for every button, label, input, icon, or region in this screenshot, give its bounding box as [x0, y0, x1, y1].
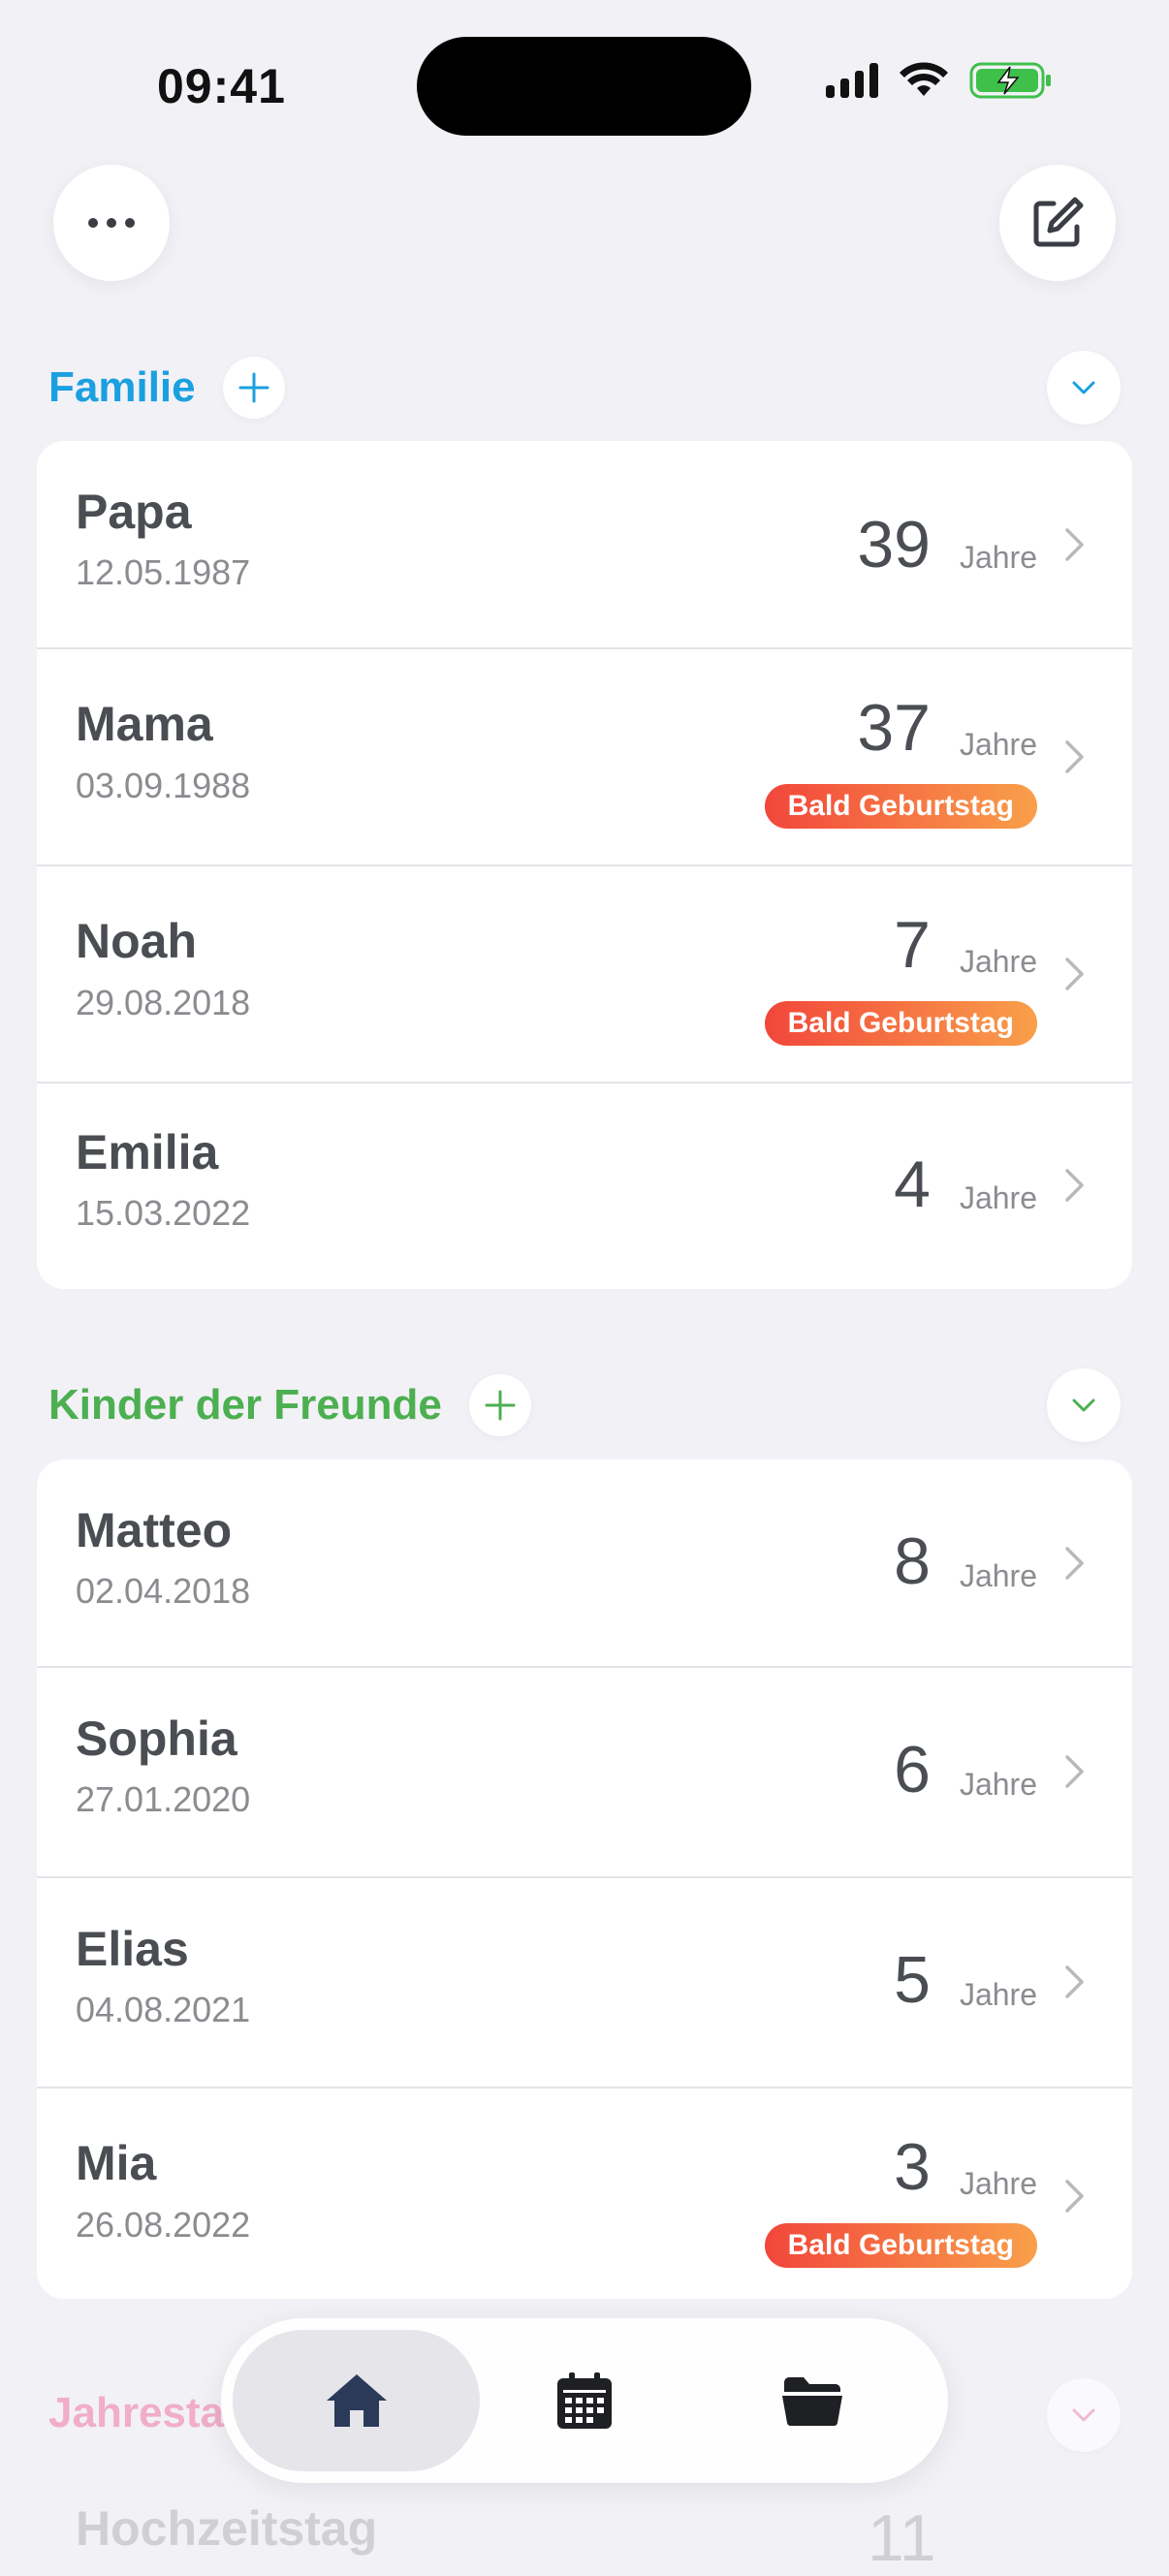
- collapse-button[interactable]: [1047, 2378, 1121, 2452]
- age-unit: Jahre: [959, 944, 1037, 979]
- chevron-right-icon: [1065, 1755, 1084, 1788]
- person-age: 5: [894, 1943, 931, 2017]
- person-name: Matteo: [76, 1503, 233, 1557]
- person-age: 8: [894, 1524, 931, 1598]
- person-age-partial: 11: [868, 2501, 936, 2575]
- add-person-button[interactable]: [468, 1374, 531, 1436]
- person-age: 3: [894, 2130, 931, 2204]
- dynamic-island: [417, 37, 751, 136]
- section-title-partial: Jahresta: [48, 2389, 225, 2436]
- more-button[interactable]: [53, 165, 170, 281]
- tab-folder[interactable]: [740, 2330, 885, 2471]
- calendar-icon: [557, 2372, 612, 2429]
- chevron-right-icon: [1065, 740, 1084, 773]
- person-name: Mama: [76, 697, 213, 751]
- person-birthdate: 15.03.2022: [76, 1193, 251, 1233]
- person-name: Mia: [76, 2136, 157, 2190]
- chevron-down-icon: [1072, 2408, 1095, 2422]
- birthday-soon-badge: Bald Geburtstag: [764, 784, 1037, 829]
- chevron-right-icon: [1065, 1169, 1084, 1202]
- list-item[interactable]: Elias 04.08.2021 5 Jahre: [37, 1876, 1132, 2087]
- birthday-soon-badge: Bald Geburtstag: [764, 1001, 1037, 1046]
- age-unit: Jahre: [959, 540, 1037, 575]
- person-birthdate: 02.04.2018: [76, 1571, 251, 1611]
- age-unit: Jahre: [959, 1977, 1037, 2012]
- status-bar: 09:41: [0, 0, 1169, 145]
- chevron-right-icon: [1065, 958, 1084, 990]
- age-unit: Jahre: [959, 2166, 1037, 2201]
- collapse-button[interactable]: [1047, 1368, 1121, 1442]
- chevron-right-icon: [1065, 1547, 1084, 1580]
- list-item[interactable]: Papa 12.05.1987 39 Jahre: [37, 441, 1132, 647]
- list-item[interactable]: Matteo 02.04.2018 8 Jahre: [37, 1460, 1132, 1666]
- age-unit: Jahre: [959, 1180, 1037, 1215]
- person-age: 7: [894, 908, 931, 982]
- chevron-right-icon: [1065, 1965, 1084, 1998]
- person-name: Noah: [76, 914, 197, 968]
- compose-icon: [1033, 197, 1084, 247]
- birthday-soon-badge: Bald Geburtstag: [764, 2223, 1037, 2268]
- chevron-down-icon: [1072, 381, 1095, 394]
- wifi-icon: [900, 62, 948, 96]
- plus-icon: [238, 372, 269, 403]
- person-birthdate: 27.01.2020: [76, 1779, 251, 1819]
- section-header-kinder-der-freunde: Kinder der Freunde: [48, 1374, 531, 1436]
- person-name: Emilia: [76, 1125, 219, 1179]
- person-age: 39: [857, 508, 931, 581]
- person-age: 4: [894, 1147, 931, 1221]
- list-item[interactable]: Mia 26.08.2022 3 Jahre Bald Geburtstag: [37, 2087, 1132, 2299]
- person-age: 6: [894, 1733, 931, 1806]
- person-age: 37: [857, 691, 931, 765]
- add-person-button[interactable]: [222, 357, 285, 419]
- tab-home[interactable]: [233, 2330, 480, 2471]
- folder-icon: [782, 2377, 842, 2427]
- status-icons: [826, 60, 1053, 101]
- list-item[interactable]: Sophia 27.01.2020 6 Jahre: [37, 1666, 1132, 1876]
- person-name: Papa: [76, 485, 192, 539]
- people-list-kinder-der-freunde: Matteo 02.04.2018 8 Jahre Sophia 27.01.2…: [37, 1460, 1132, 2299]
- list-item[interactable]: Noah 29.08.2018 7 Jahre Bald Geburtstag: [37, 864, 1132, 1082]
- home-icon: [326, 2374, 387, 2427]
- section-header-familie: Familie: [48, 357, 285, 419]
- age-unit: Jahre: [959, 727, 1037, 762]
- section-title: Familie: [48, 363, 196, 411]
- ellipsis-icon: [88, 218, 135, 228]
- person-name: Elias: [76, 1922, 189, 1976]
- chevron-right-icon: [1065, 528, 1084, 561]
- collapse-button[interactable]: [1047, 351, 1121, 424]
- person-name-partial: Hochzeitstag: [76, 2501, 378, 2556]
- tab-bar: [221, 2318, 948, 2483]
- list-item[interactable]: Emilia 15.03.2022 4 Jahre: [37, 1082, 1132, 1289]
- person-name: Sophia: [76, 1712, 237, 1766]
- age-unit: Jahre: [959, 1767, 1037, 1802]
- person-birthdate: 29.08.2018: [76, 983, 251, 1022]
- chevron-right-icon: [1065, 2180, 1084, 2213]
- person-birthdate: 12.05.1987: [76, 552, 251, 592]
- person-birthdate: 04.08.2021: [76, 1990, 251, 2029]
- status-time: 09:41: [157, 59, 286, 113]
- plus-icon: [485, 1390, 516, 1421]
- battery-charging-icon: [969, 62, 1051, 99]
- age-unit: Jahre: [959, 1558, 1037, 1593]
- tab-calendar[interactable]: [512, 2330, 657, 2471]
- list-item[interactable]: Mama 03.09.1988 37 Jahre Bald Geburtstag: [37, 647, 1132, 864]
- person-birthdate: 26.08.2022: [76, 2205, 251, 2245]
- person-birthdate: 03.09.1988: [76, 766, 251, 805]
- compose-button[interactable]: [999, 165, 1116, 281]
- signal-icon: [826, 63, 878, 98]
- section-title: Kinder der Freunde: [48, 1381, 442, 1429]
- people-list-familie: Papa 12.05.1987 39 Jahre Mama 03.09.1988…: [37, 441, 1132, 1289]
- chevron-down-icon: [1072, 1398, 1095, 1412]
